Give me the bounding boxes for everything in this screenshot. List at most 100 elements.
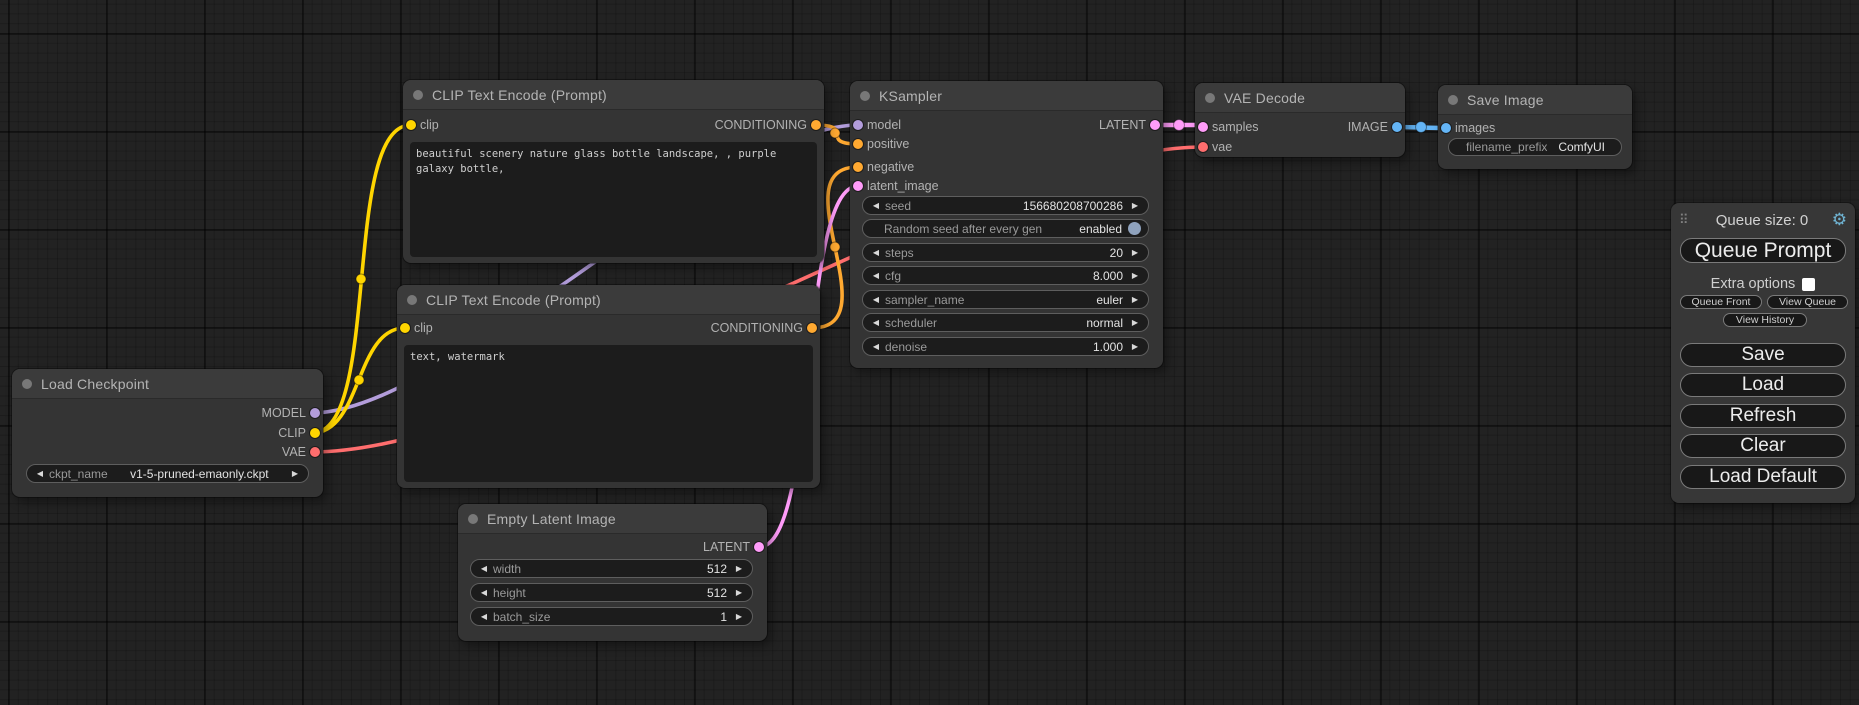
node-title-bar[interactable]: CLIP Text Encode (Prompt)	[403, 80, 824, 110]
output-port-vae[interactable]	[310, 447, 320, 457]
next-arrow-icon[interactable]	[1129, 318, 1141, 327]
widget-label: height	[490, 586, 699, 600]
prompt-textarea[interactable]: beautiful scenery nature glass bottle la…	[410, 142, 817, 257]
node-load-checkpoint[interactable]: Load Checkpoint MODEL CLIP VAE ckpt_name…	[12, 369, 323, 497]
queue-size-label: Queue size: 0	[1695, 212, 1829, 229]
collapse-dot-icon[interactable]	[860, 91, 870, 101]
collapse-dot-icon[interactable]	[1448, 95, 1458, 105]
decrement-arrow-icon[interactable]	[870, 201, 882, 210]
collapse-dot-icon[interactable]	[407, 295, 417, 305]
prompt-textarea[interactable]: text, watermark	[404, 345, 813, 482]
output-port-latent[interactable]	[754, 542, 764, 552]
widget-label: width	[490, 562, 699, 576]
input-port-latent-image[interactable]	[853, 181, 863, 191]
filename-prefix-widget[interactable]: filename_prefix ComfyUI	[1448, 138, 1622, 156]
output-port-latent[interactable]	[1150, 120, 1160, 130]
decrement-arrow-icon[interactable]	[478, 564, 490, 573]
increment-arrow-icon[interactable]	[1129, 271, 1141, 280]
random-seed-toggle-widget[interactable]: Random seed after every gen enabled	[862, 219, 1149, 238]
collapse-dot-icon[interactable]	[22, 379, 32, 389]
clear-button[interactable]: Clear	[1680, 434, 1846, 458]
output-label-image: IMAGE	[1348, 120, 1388, 134]
view-queue-button[interactable]: View Queue	[1767, 295, 1848, 309]
output-label-conditioning: CONDITIONING	[715, 118, 807, 132]
toggle-on-icon[interactable]	[1128, 222, 1141, 235]
input-port-negative[interactable]	[853, 162, 863, 172]
input-label-vae: vae	[1212, 140, 1232, 154]
increment-arrow-icon[interactable]	[733, 612, 745, 621]
input-port-positive[interactable]	[853, 139, 863, 149]
decrement-arrow-icon[interactable]	[870, 271, 882, 280]
node-vae-decode[interactable]: VAE Decode samples IMAGE vae	[1195, 83, 1405, 157]
increment-arrow-icon[interactable]	[1129, 248, 1141, 257]
queue-prompt-button[interactable]: Queue Prompt	[1680, 238, 1846, 263]
next-arrow-icon[interactable]	[289, 469, 301, 478]
node-ksampler[interactable]: KSampler model LATENT positive negative …	[850, 81, 1163, 368]
width-widget[interactable]: width 512	[470, 559, 753, 578]
height-widget[interactable]: height 512	[470, 583, 753, 602]
decrement-arrow-icon[interactable]	[870, 342, 882, 351]
decrement-arrow-icon[interactable]	[478, 612, 490, 621]
node-title-bar[interactable]: Load Checkpoint	[12, 369, 323, 399]
widget-label: sampler_name	[882, 293, 1088, 307]
output-port-model[interactable]	[310, 408, 320, 418]
wire-midpoint-dot	[830, 128, 840, 138]
decrement-arrow-icon[interactable]	[478, 588, 490, 597]
next-arrow-icon[interactable]	[1129, 342, 1141, 351]
node-title-bar[interactable]: Empty Latent Image	[458, 504, 767, 534]
settings-gear-icon[interactable]: ⚙	[1829, 210, 1847, 230]
ckpt-name-widget[interactable]: ckpt_name v1-5-pruned-emaonly.ckpt	[26, 464, 309, 483]
seed-widget[interactable]: seed 156680208700286	[862, 196, 1149, 215]
collapse-dot-icon[interactable]	[1205, 93, 1215, 103]
queue-front-button[interactable]: Queue Front	[1680, 295, 1762, 309]
extra-options-label: Extra options	[1711, 276, 1796, 292]
widget-value: 512	[699, 562, 733, 576]
increment-arrow-icon[interactable]	[733, 588, 745, 597]
collapse-dot-icon[interactable]	[413, 90, 423, 100]
prev-arrow-icon[interactable]	[870, 295, 882, 304]
output-port-clip[interactable]	[310, 428, 320, 438]
widget-value: ComfyUI	[1547, 140, 1614, 154]
increment-arrow-icon[interactable]	[733, 564, 745, 573]
node-clip-text-encode-negative[interactable]: CLIP Text Encode (Prompt) clip CONDITION…	[397, 285, 820, 488]
collapse-dot-icon[interactable]	[468, 514, 478, 524]
input-port-vae[interactable]	[1198, 142, 1208, 152]
extra-options-checkbox[interactable]	[1802, 278, 1815, 291]
scheduler-widget[interactable]: scheduler normal	[862, 313, 1149, 332]
node-save-image[interactable]: Save Image images filename_prefix ComfyU…	[1438, 85, 1632, 169]
node-title: Save Image	[1467, 92, 1544, 108]
load-button[interactable]: Load	[1680, 373, 1846, 397]
sampler-name-widget[interactable]: sampler_name euler	[862, 290, 1149, 309]
increment-arrow-icon[interactable]	[1129, 201, 1141, 210]
queue-menu-panel: ⠿ Queue size: 0 ⚙ Queue Prompt Extra opt…	[1671, 203, 1855, 503]
node-clip-text-encode-positive[interactable]: CLIP Text Encode (Prompt) clip CONDITION…	[403, 80, 824, 263]
input-label-negative: negative	[867, 160, 914, 174]
batch-size-widget[interactable]: batch_size 1	[470, 607, 753, 626]
prev-arrow-icon[interactable]	[870, 318, 882, 327]
node-empty-latent-image[interactable]: Empty Latent Image LATENT width 512 heig…	[458, 504, 767, 641]
node-title-bar[interactable]: KSampler	[850, 81, 1163, 111]
load-default-button[interactable]: Load Default	[1680, 465, 1846, 489]
node-title-bar[interactable]: CLIP Text Encode (Prompt)	[397, 285, 820, 315]
input-port-images[interactable]	[1441, 123, 1451, 133]
node-title-bar[interactable]: Save Image	[1438, 85, 1632, 115]
denoise-widget[interactable]: denoise 1.000	[862, 337, 1149, 356]
widget-label: Random seed after every gen	[881, 222, 1071, 236]
output-port-conditioning[interactable]	[811, 120, 821, 130]
output-port-conditioning[interactable]	[807, 323, 817, 333]
input-label-latent-image: latent_image	[867, 179, 939, 193]
widget-value: 1	[712, 610, 733, 624]
widget-value: 1.000	[1085, 340, 1129, 354]
view-history-button[interactable]: View History	[1723, 313, 1807, 327]
save-button[interactable]: Save	[1680, 343, 1846, 367]
prev-arrow-icon[interactable]	[34, 469, 46, 478]
refresh-button[interactable]: Refresh	[1680, 404, 1846, 428]
node-title-bar[interactable]: VAE Decode	[1195, 83, 1405, 113]
output-port-image[interactable]	[1392, 122, 1402, 132]
drag-handle-icon[interactable]: ⠿	[1679, 212, 1695, 228]
steps-widget[interactable]: steps 20	[862, 243, 1149, 262]
next-arrow-icon[interactable]	[1129, 295, 1141, 304]
decrement-arrow-icon[interactable]	[870, 248, 882, 257]
node-graph-canvas[interactable]: Load Checkpoint MODEL CLIP VAE ckpt_name…	[0, 0, 1859, 705]
cfg-widget[interactable]: cfg 8.000	[862, 266, 1149, 285]
